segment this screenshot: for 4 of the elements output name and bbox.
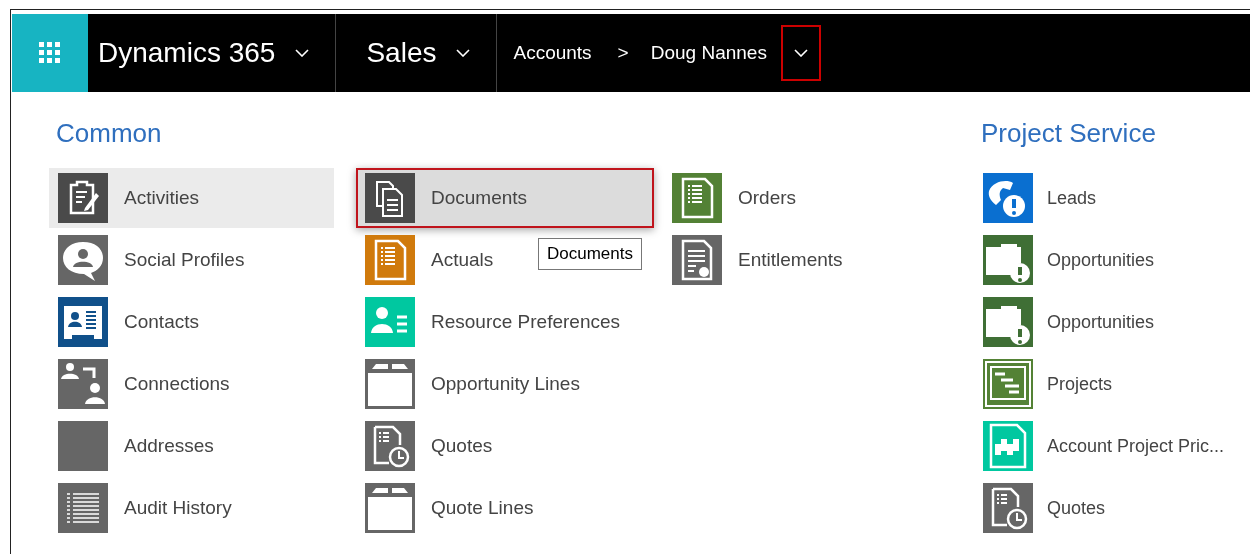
tooltip: Documents (538, 238, 642, 270)
group-heading: Project Service (980, 118, 1157, 150)
breadcrumb-separator: > (617, 42, 629, 64)
group-heading: Common (55, 118, 163, 150)
